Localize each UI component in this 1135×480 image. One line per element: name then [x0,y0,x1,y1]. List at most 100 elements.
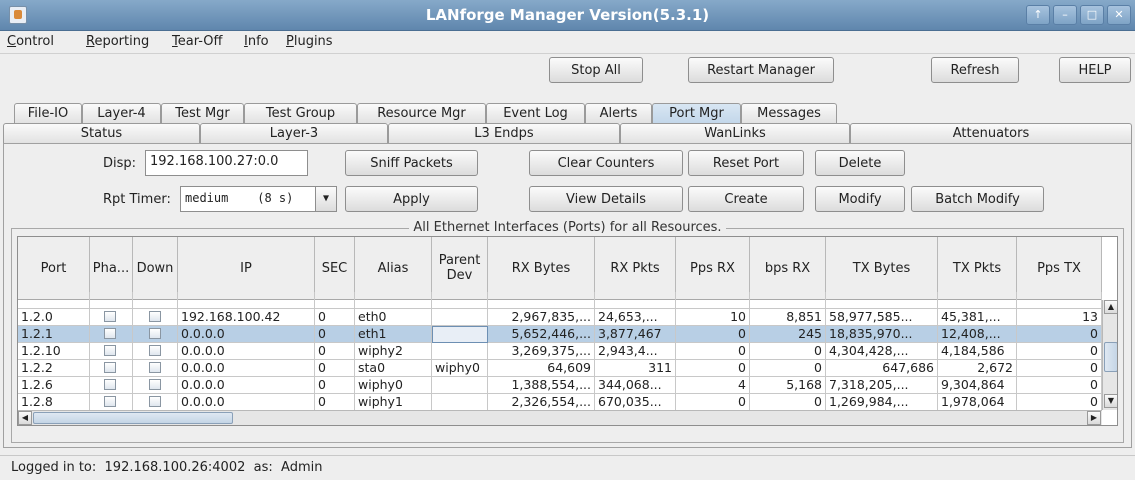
apply-button[interactable]: Apply [345,186,478,212]
scroll-down-icon[interactable]: ▼ [1104,394,1117,408]
table-row[interactable]: 1.2.10 0.0.0.0 0 wiphy2 3,269,375,... 2,… [18,343,1102,360]
tab-layer-3[interactable]: Layer-3 [200,123,388,143]
cell-tx-bytes: 7,318,205,... [826,377,938,394]
tab-wanlinks[interactable]: WanLinks [620,123,850,143]
rpt-timer-label: Rpt Timer: [103,192,171,207]
phantom-checkbox[interactable] [104,362,116,373]
help-button[interactable]: HELP [1059,57,1131,83]
table-row-partial-top[interactable] [18,292,1102,309]
tab-event-log[interactable]: Event Log [486,103,585,123]
tab-attenuators[interactable]: Attenuators [850,123,1132,143]
tab-resource-mgr[interactable]: Resource Mgr [357,103,486,123]
phantom-checkbox[interactable] [104,311,116,322]
horizontal-scroll-thumb[interactable] [33,412,233,424]
tab-test-group[interactable]: Test Group [244,103,357,123]
table-row[interactable]: 1.2.6 0.0.0.0 0 wiphy0 1,388,554,... 344… [18,377,1102,394]
cell-pps-rx: 10 [676,309,750,326]
table-row[interactable]: 1.2.8 0.0.0.0 0 wiphy1 2,326,554,... 670… [18,394,1102,411]
refresh-button[interactable]: Refresh [931,57,1019,83]
cell-sec: 0 [315,343,355,360]
disp-field[interactable]: 192.168.100.27:0.0 [145,150,308,176]
phantom-checkbox[interactable] [104,328,116,339]
menu-control[interactable]: Control [7,34,54,49]
col-rx-pkts[interactable]: RX Pkts [595,237,676,300]
scroll-up-icon[interactable]: ▲ [1104,300,1117,314]
scroll-left-icon[interactable]: ◀ [18,411,32,425]
cell-port: 1.2.0 [18,309,90,326]
cell-pps-rx: 0 [676,360,750,377]
minimize-icon[interactable]: – [1053,5,1077,25]
tab-alerts[interactable]: Alerts [585,103,652,123]
cell-rx-pkts: 311 [595,360,676,377]
clear-counters-button[interactable]: Clear Counters [529,150,683,176]
scroll-right-icon[interactable]: ▶ [1087,411,1101,425]
col-pps-tx[interactable]: Pps TX [1017,237,1102,300]
cell-port: 1.2.8 [18,394,90,411]
tab-layer-4[interactable]: Layer-4 [82,103,161,123]
rpt-timer-select[interactable]: medium (8 s) ▼ [180,186,337,212]
down-checkbox[interactable] [149,311,161,322]
ports-table[interactable]: Port Pha... Down IP SEC Alias Parent Dev… [17,236,1118,426]
tab-test-mgr[interactable]: Test Mgr [161,103,244,123]
delete-button[interactable]: Delete [815,150,905,176]
phantom-checkbox[interactable] [104,345,116,356]
stop-all-button[interactable]: Stop All [549,57,643,83]
col-down[interactable]: Down [133,237,178,300]
cell-rx-bytes: 5,652,446,... [488,326,595,343]
chevron-down-icon[interactable]: ▼ [315,187,336,211]
down-checkbox[interactable] [149,396,161,407]
cell-tx-bytes: 18,835,970... [826,326,938,343]
col-ip[interactable]: IP [178,237,315,300]
col-alias[interactable]: Alias [355,237,432,300]
col-bps-rx[interactable]: bps RX [750,237,826,300]
cell-parent-dev [432,377,488,394]
table-row[interactable]: 1.2.0 192.168.100.42 0 eth0 2,967,835,..… [18,309,1102,326]
restart-manager-button[interactable]: Restart Manager [688,57,834,83]
down-checkbox[interactable] [149,379,161,390]
tab-file-io[interactable]: File-IO [14,103,82,123]
table-row[interactable]: 1.2.2 0.0.0.0 0 sta0 wiphy0 64,609 311 0… [18,360,1102,377]
tab-status[interactable]: Status [3,123,200,143]
col-rx-bytes[interactable]: RX Bytes [488,237,595,300]
pin-icon[interactable]: ↑ [1026,5,1050,25]
table-row-selected[interactable]: 1.2.1 0.0.0.0 0 eth1 5,652,446,... 3,877… [18,326,1102,343]
cell-rx-pkts: 344,068... [595,377,676,394]
menu-info[interactable]: Info [244,34,269,49]
col-parent-dev[interactable]: Parent Dev [432,237,488,300]
down-checkbox[interactable] [149,328,161,339]
col-sec[interactable]: SEC [315,237,355,300]
tab-port-mgr[interactable]: Port Mgr [652,103,741,123]
menu-plugins[interactable]: Plugins [286,34,333,49]
tab-row-top: File-IO Layer-4 Test Mgr Test Group Reso… [0,103,1135,123]
menu-reporting[interactable]: Reporting [86,34,149,49]
modify-button[interactable]: Modify [815,186,905,212]
phantom-checkbox[interactable] [104,396,116,407]
menu-tear-off[interactable]: Tear-Off [172,34,222,49]
cell-rx-bytes: 64,609 [488,360,595,377]
rpt-timer-value: medium (8 s) [185,191,294,205]
view-details-button[interactable]: View Details [529,186,683,212]
cell-pps-tx: 0 [1017,326,1102,343]
batch-modify-button[interactable]: Batch Modify [911,186,1044,212]
sniff-packets-button[interactable]: Sniff Packets [345,150,478,176]
maximize-icon[interactable]: □ [1080,5,1104,25]
down-checkbox[interactable] [149,345,161,356]
down-checkbox[interactable] [149,362,161,373]
vertical-scrollbar[interactable]: ▲ ▼ [1102,300,1117,410]
col-pps-rx[interactable]: Pps RX [676,237,750,300]
col-phantom[interactable]: Pha... [90,237,133,300]
vertical-scroll-thumb[interactable] [1104,342,1117,372]
reset-port-button[interactable]: Reset Port [688,150,804,176]
col-tx-bytes[interactable]: TX Bytes [826,237,938,300]
horizontal-scrollbar[interactable]: ◀ ▶ [18,410,1102,425]
phantom-checkbox[interactable] [104,379,116,390]
close-icon[interactable]: ✕ [1107,5,1131,25]
create-button[interactable]: Create [688,186,804,212]
cell-parent-dev-focused [432,326,488,343]
tab-messages[interactable]: Messages [741,103,837,123]
cell-tx-pkts: 4,184,586 [938,343,1017,360]
col-tx-pkts[interactable]: TX Pkts [938,237,1017,300]
tab-l3-endps[interactable]: L3 Endps [388,123,620,143]
cell-ip: 0.0.0.0 [178,343,315,360]
col-port[interactable]: Port [18,237,90,300]
